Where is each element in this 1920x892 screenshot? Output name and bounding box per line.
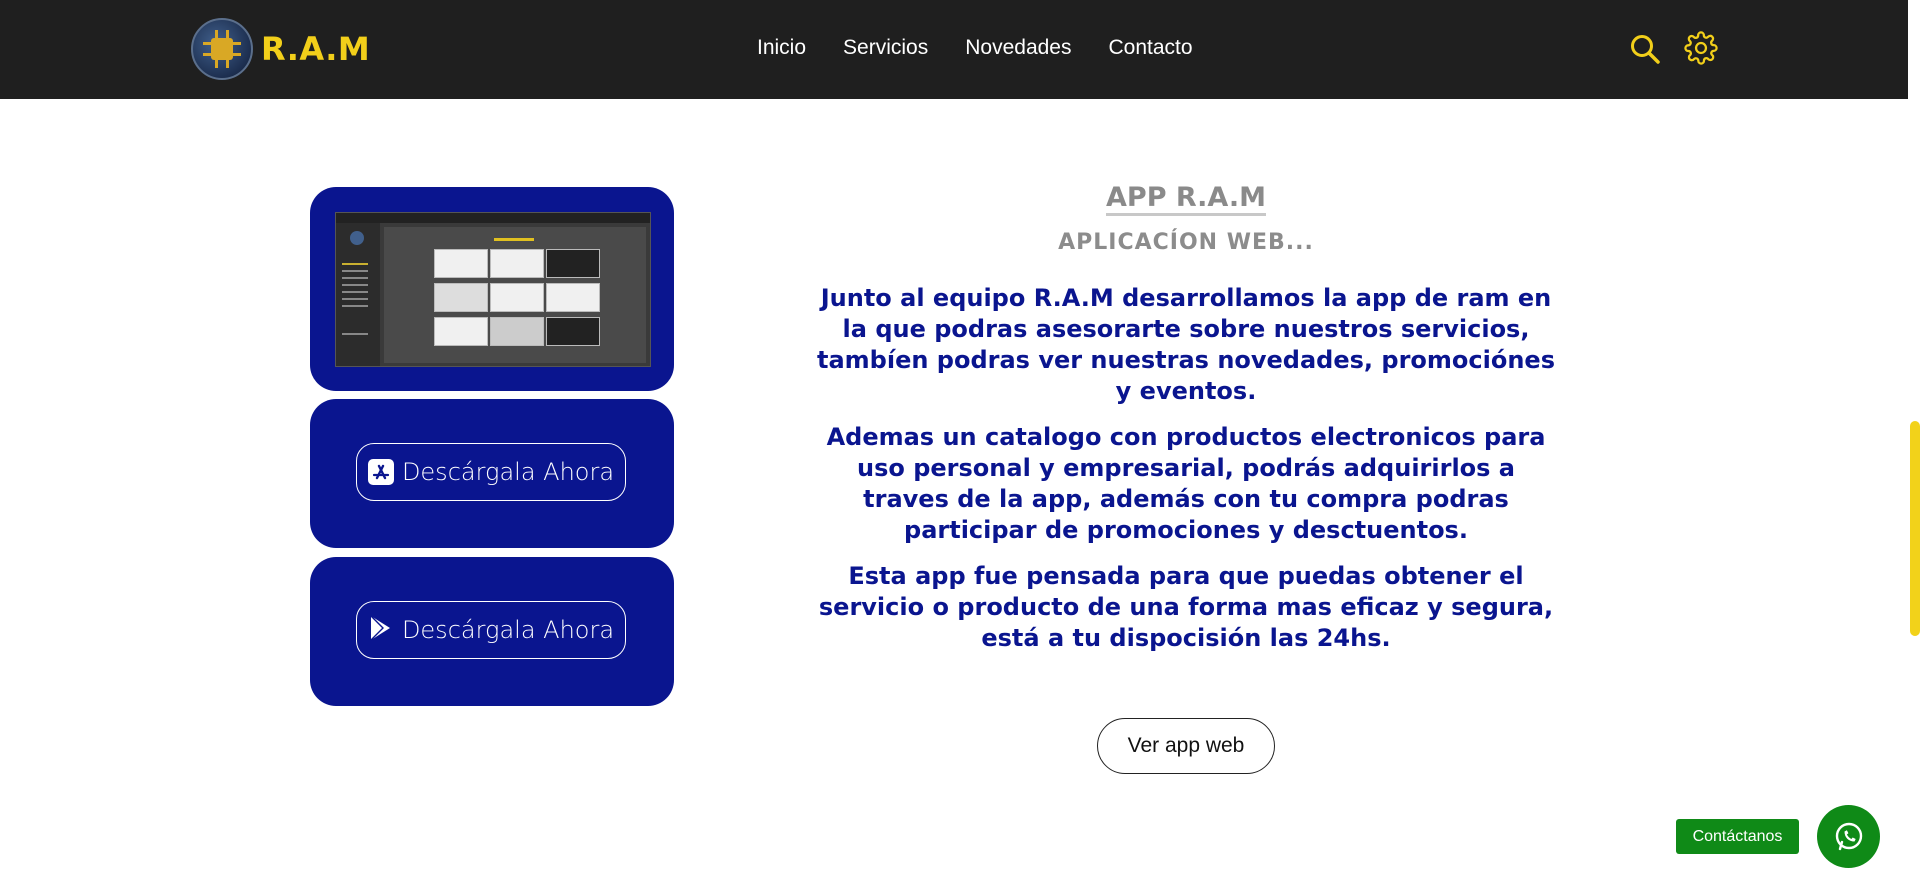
nav-item-inicio[interactable]: Inicio	[757, 36, 806, 60]
play-store-card: Descárgala Ahora	[310, 557, 674, 706]
nav-item-contacto[interactable]: Contacto	[1108, 36, 1192, 60]
app-store-icon	[367, 459, 394, 485]
download-play-store-button[interactable]: Descárgala Ahora	[356, 601, 626, 659]
app-screenshot-preview	[335, 212, 651, 367]
google-play-icon	[368, 614, 394, 646]
app-description-section: APP R.A.M APLICACÍON WEB... Junto al equ…	[810, 182, 1562, 654]
download-app-store-label: Descárgala Ahora	[401, 458, 615, 486]
page-title: APP R.A.M	[1106, 182, 1266, 216]
search-icon[interactable]	[1629, 33, 1661, 65]
gear-icon[interactable]	[1684, 31, 1718, 65]
page-subtitle: APLICACÍON WEB...	[1058, 230, 1314, 255]
description-paragraph: Junto al equipo R.A.M desarrollamos la a…	[817, 284, 1555, 405]
scrollbar-thumb[interactable]	[1910, 421, 1920, 636]
view-web-app-button[interactable]: Ver app web	[1097, 718, 1275, 774]
whatsapp-icon[interactable]	[1817, 805, 1880, 868]
download-play-store-label: Descárgala Ahora	[401, 616, 615, 644]
logo-chip-icon	[191, 18, 253, 80]
description-paragraph: Ademas un catalogo con productos electro…	[826, 423, 1546, 544]
download-app-store-button[interactable]: Descárgala Ahora	[356, 443, 626, 501]
contact-label[interactable]: Contáctanos	[1676, 819, 1799, 854]
site-logo[interactable]: R.A.M	[191, 18, 370, 80]
app-preview-card	[310, 187, 674, 391]
logo-text: R.A.M	[261, 30, 371, 68]
main-nav: Inicio Servicios Novedades Contacto	[757, 36, 1230, 60]
description-paragraph: Esta app fue pensada para que puedas obt…	[818, 562, 1554, 652]
site-header: R.A.M Inicio Servicios Novedades Contact…	[0, 0, 1908, 99]
nav-item-servicios[interactable]: Servicios	[843, 36, 928, 60]
preview-heading	[494, 238, 534, 241]
nav-item-novedades[interactable]: Novedades	[965, 36, 1071, 60]
app-store-card: Descárgala Ahora	[310, 399, 674, 548]
